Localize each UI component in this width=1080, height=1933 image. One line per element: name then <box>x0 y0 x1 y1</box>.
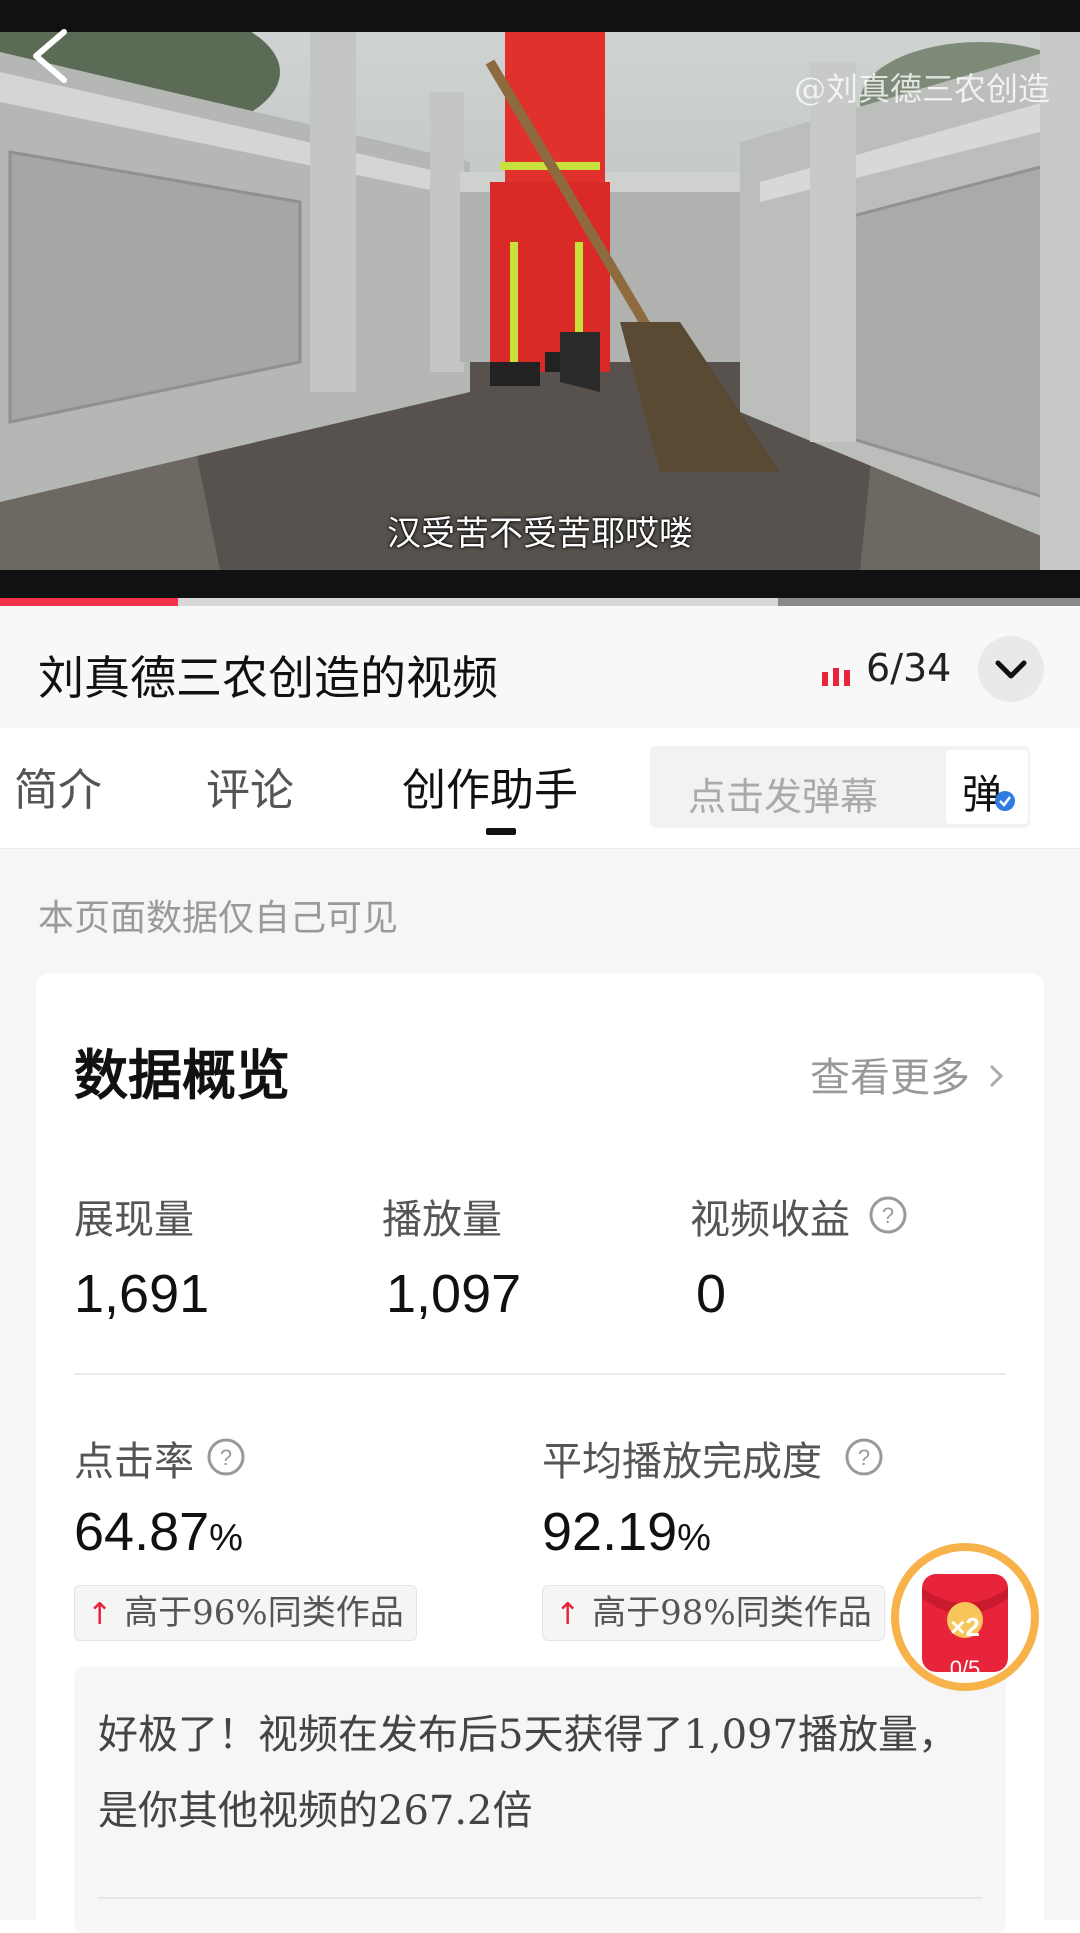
insight-box: 好极了！视频在发布后5天获得了1,097播放量，是你其他视频的267.2倍 <box>74 1667 1006 1933</box>
plays-value: 1,097 <box>386 1264 522 1324</box>
tab-intro[interactable]: 简介 <box>14 754 102 818</box>
expand-episodes-button[interactable] <box>978 636 1044 702</box>
episode-total: /34 <box>890 646 952 690</box>
plays-label: 播放量 <box>382 1197 502 1243</box>
completion-value: 92.19% <box>542 1501 711 1563</box>
completion-label: 平均播放完成度 <box>542 1439 822 1485</box>
active-tab-indicator <box>486 828 516 835</box>
completion-compare-text: 高于98%同类作品 <box>592 1593 872 1633</box>
impressions-label: 展现量 <box>74 1197 194 1243</box>
ctr-unit: % <box>209 1517 243 1559</box>
completion-compare-badge: ↑ 高于98%同类作品 <box>542 1585 885 1641</box>
revenue-label: 视频收益 <box>690 1197 850 1243</box>
view-more-link[interactable]: 查看更多 <box>810 1045 1006 1103</box>
divider <box>74 1373 1006 1375</box>
chevron-right-icon <box>989 1064 1004 1088</box>
tab-bar: 简介 评论 创作助手 点击发弹幕 弹 <box>0 728 1080 849</box>
privacy-note: 本页面数据仅自己可见 <box>38 898 399 939</box>
tab-comments[interactable]: 评论 <box>206 754 294 818</box>
arrow-up-icon: ↑ <box>555 1597 581 1632</box>
arrow-up-icon: ↑ <box>87 1597 113 1632</box>
tab-creator-assistant[interactable]: 创作助手 <box>402 754 578 818</box>
danmaku-placeholder: 点击发弹幕 <box>688 775 879 819</box>
data-overview-card: 数据概览 查看更多 展现量 1,691 播放量 1,097 视频收益 ? 0 点… <box>36 973 1044 1933</box>
check-badge-icon <box>995 791 1015 811</box>
ctr-label: 点击率 <box>74 1439 194 1485</box>
completion-number: 92.19 <box>542 1502 678 1562</box>
divider <box>98 1897 982 1899</box>
help-icon[interactable]: ? <box>844 1437 884 1477</box>
progress-played <box>0 598 178 606</box>
back-icon[interactable] <box>24 26 76 86</box>
video-subtitle: 汉受苦不受苦耶哎喽 <box>387 514 693 554</box>
reward-progress: 0/5 <box>949 1656 981 1681</box>
insight-text: 好极了！视频在发布后5天获得了1,097播放量，是你其他视频的267.2倍 <box>98 1712 958 1834</box>
ctr-value: 64.87% <box>74 1501 243 1563</box>
chevron-down-icon <box>995 660 1027 679</box>
ctr-number: 64.87 <box>74 1502 210 1562</box>
impressions-value: 1,691 <box>74 1264 210 1324</box>
completion-unit: % <box>677 1517 711 1559</box>
episode-current: 6 <box>866 646 891 690</box>
video-progress-bar[interactable] <box>0 598 1080 606</box>
reward-multiplier: ×2 <box>950 1612 980 1642</box>
card-title: 数据概览 <box>74 1043 290 1107</box>
title-row: 刘真德三农创造的视频 6/34 <box>0 606 1080 728</box>
help-icon[interactable]: ? <box>868 1195 908 1235</box>
progress-buffer <box>778 598 1080 606</box>
view-more-label: 查看更多 <box>810 1055 970 1101</box>
video-player[interactable]: @刘真德三农创造 汉受苦不受苦耶哎喽 <box>0 0 1080 600</box>
reward-red-packet-widget[interactable]: ×2 0/5 <box>886 1538 1044 1696</box>
video-watermark: @刘真德三农创造 <box>793 70 1050 108</box>
svg-text:?: ? <box>220 1445 232 1470</box>
ctr-compare-badge: ↑ 高于96%同类作品 <box>74 1585 417 1641</box>
creator-assistant-panel: 本页面数据仅自己可见 数据概览 查看更多 展现量 1,691 播放量 1,097… <box>0 849 1080 1933</box>
danmaku-toggle-button[interactable]: 弹 <box>946 750 1028 824</box>
episode-indicator: 6/34 <box>866 646 951 690</box>
ctr-compare-text: 高于96%同类作品 <box>124 1593 404 1633</box>
revenue-value: 0 <box>696 1264 727 1324</box>
video-frame <box>0 32 1080 570</box>
svg-text:?: ? <box>882 1203 894 1228</box>
playing-bars-icon <box>822 668 850 686</box>
danmaku-input[interactable]: 点击发弹幕 弹 <box>650 746 1030 828</box>
svg-text:?: ? <box>858 1445 870 1470</box>
help-icon[interactable]: ? <box>206 1437 246 1477</box>
video-title: 刘真德三农创造的视频 <box>38 651 498 705</box>
